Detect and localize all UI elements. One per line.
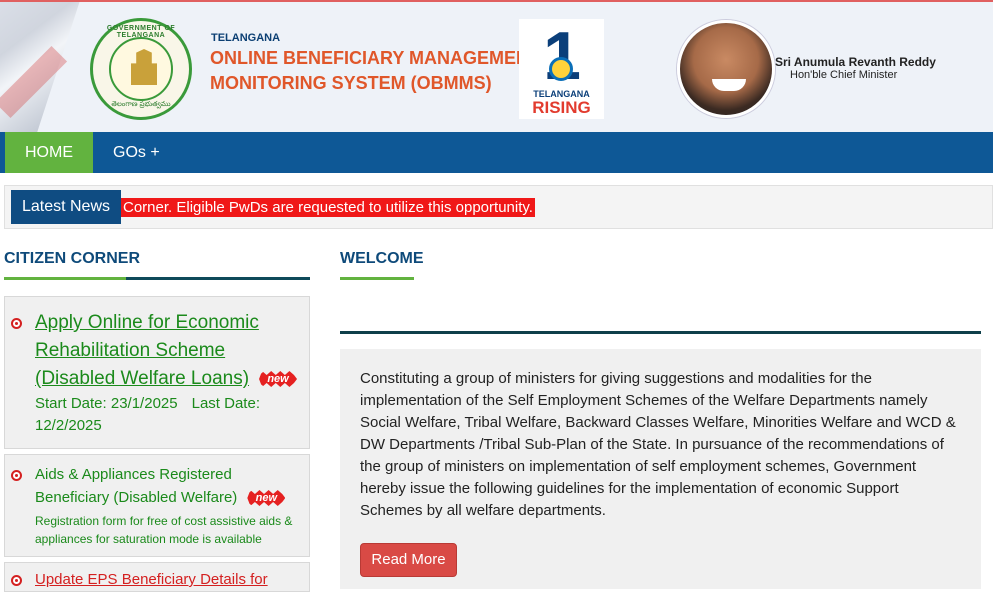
citizen-corner-item: Update EPS Beneficiary Details for	[4, 562, 310, 592]
news-ticker[interactable]: Corner. Eligible PwDs are requested to u…	[121, 198, 535, 217]
telangana-emblem-logo[interactable]: GOVERNMENT OF TELANGANA తెలంగాణ ప్రభుత్వ…	[90, 18, 192, 120]
rising-line2: RISING	[532, 98, 591, 117]
welcome-body: Constituting a group of ministers for gi…	[360, 370, 956, 519]
bullet-icon	[11, 318, 22, 329]
welcome-title: WELCOME	[340, 250, 424, 267]
aids-appliances-link[interactable]: Aids & Appliances Registered Beneficiary…	[35, 463, 305, 509]
state-label: TELANGANA	[211, 32, 281, 44]
main-navigation: HOME GOs +	[0, 132, 993, 173]
welcome-divider	[340, 331, 981, 334]
citizen-corner-divider	[4, 277, 310, 280]
site-header: GOVERNMENT OF TELANGANA తెలంగాణ ప్రభుత్వ…	[0, 0, 993, 132]
read-more-button[interactable]: Read More	[360, 543, 457, 577]
item-dates: Start Date: 23/1/2025 Last Date: 12/2/202…	[35, 393, 305, 437]
item-description: Registration form for free of cost assis…	[35, 514, 293, 546]
bullet-icon	[11, 575, 22, 586]
citizen-corner-item: Apply Online for Economic Rehabilitation…	[4, 296, 310, 449]
chief-minister-name: Sri Anumula Revanth Reddy	[775, 55, 936, 69]
welcome-underline	[340, 277, 414, 280]
site-title-line1: ONLINE BENEFICIARY MANAGEMENT &	[210, 48, 559, 68]
new-badge-icon: new	[247, 490, 286, 507]
citizen-corner-item: Aids & Appliances Registered Beneficiary…	[4, 454, 310, 557]
bullet-icon	[11, 470, 22, 481]
emblem-bottom-text: తెలంగాణ ప్రభుత్వము	[111, 101, 171, 108]
latest-news-label: Latest News	[11, 190, 121, 224]
site-title-line2: MONITORING SYSTEM (OBMMS)	[210, 73, 492, 93]
new-badge-icon: new	[259, 370, 298, 387]
photo-detail	[712, 79, 746, 91]
start-date: Start Date: 23/1/2025	[35, 395, 178, 412]
nav-home[interactable]: HOME	[5, 132, 93, 173]
divider-accent	[4, 277, 126, 280]
welcome-panel: Constituting a group of ministers for gi…	[340, 349, 981, 589]
citizen-corner-title: CITIZEN CORNER	[4, 250, 140, 267]
telangana-rising-logo: 1 TELANGANA RISING	[519, 19, 604, 119]
latest-news-bar: Latest News Corner. Eligible PwDs are re…	[4, 185, 993, 229]
economic-rehabilitation-link[interactable]: Apply Online for Economic Rehabilitation…	[35, 309, 305, 393]
nav-gos-menu[interactable]: GOs +	[113, 132, 160, 173]
chief-minister-role: Hon'ble Chief Minister	[790, 69, 898, 81]
chief-minister-photo	[677, 20, 775, 118]
item-link-text[interactable]: Apply Online for Economic Rehabilitation…	[35, 312, 259, 389]
rising-sun-icon	[549, 57, 573, 81]
update-eps-link[interactable]: Update EPS Beneficiary Details for	[35, 571, 305, 588]
item-link-text[interactable]: Aids & Appliances Registered Beneficiary…	[35, 466, 237, 506]
